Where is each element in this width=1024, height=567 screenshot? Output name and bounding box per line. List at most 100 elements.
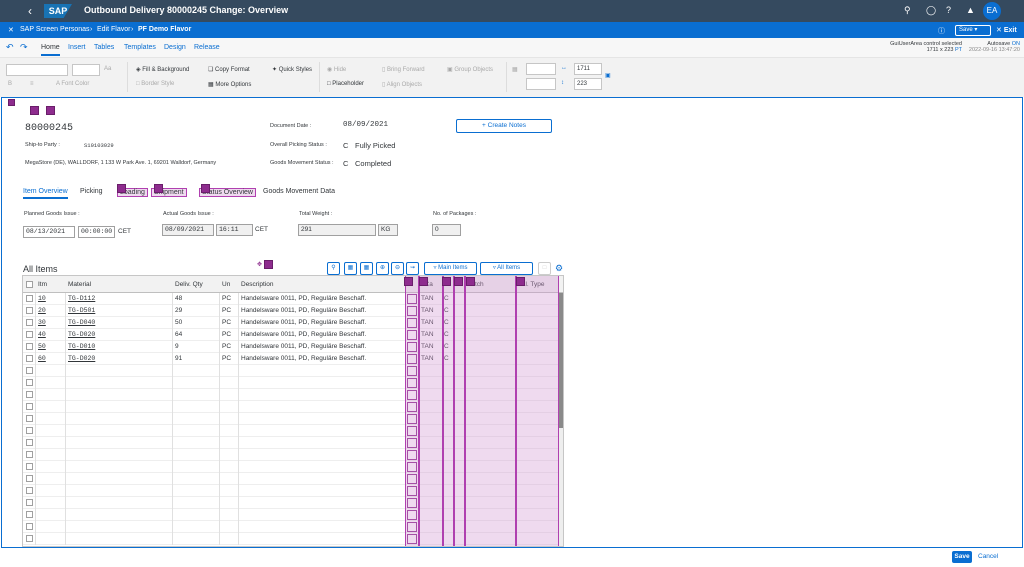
col-qty[interactable]: Deliv. Qty: [175, 281, 203, 288]
layout-icon[interactable]: ▦: [360, 262, 373, 275]
width-input[interactable]: 1711: [574, 63, 602, 75]
personas-marker[interactable]: [154, 184, 163, 193]
move-icon[interactable]: ✥: [257, 261, 262, 268]
more-options-button[interactable]: ▦ More Options: [208, 81, 251, 88]
row-checkbox[interactable]: [26, 463, 33, 470]
height-input[interactable]: 223: [574, 78, 602, 90]
font-family-select[interactable]: [6, 64, 68, 76]
select-all-checkbox[interactable]: [26, 281, 33, 288]
align-icon[interactable]: ≡: [30, 81, 34, 87]
footer-cancel-button[interactable]: Cancel: [978, 553, 998, 560]
personas-marker[interactable]: [264, 260, 273, 269]
selection-unit[interactable]: PT: [955, 47, 962, 53]
back-icon[interactable]: ‹: [28, 4, 32, 18]
item-number[interactable]: 30: [38, 319, 46, 326]
personas-marker[interactable]: [46, 106, 55, 115]
breadcrumb-personas[interactable]: SAP Screen Personas: [20, 26, 90, 33]
row-checkbox[interactable]: [26, 307, 33, 314]
font-color-button[interactable]: A Font Color: [56, 81, 89, 87]
personas-marker[interactable]: [442, 277, 451, 286]
tab-goods-movement[interactable]: Goods Movement Data: [263, 188, 335, 195]
row-checkbox[interactable]: [26, 511, 33, 518]
tab-tables[interactable]: Tables: [94, 44, 114, 51]
personas-marker[interactable]: [454, 277, 463, 286]
scrollbar[interactable]: [559, 293, 563, 546]
footer-save-button[interactable]: Save: [952, 551, 972, 563]
placeholder-button[interactable]: □ Placeholder: [327, 81, 364, 87]
notification-icon[interactable]: ▲: [966, 5, 975, 15]
help-icon[interactable]: ⓘ: [938, 26, 945, 36]
row-checkbox[interactable]: [26, 415, 33, 422]
gear-icon[interactable]: ⚙: [555, 263, 563, 274]
material-link[interactable]: TG-D020: [68, 331, 95, 338]
bold-icon[interactable]: B: [8, 81, 12, 87]
personas-marker[interactable]: [8, 99, 15, 106]
item-number[interactable]: 50: [38, 343, 46, 350]
row-checkbox[interactable]: [26, 343, 33, 350]
row-checkbox[interactable]: [26, 403, 33, 410]
row-checkbox[interactable]: [26, 319, 33, 326]
help-icon[interactable]: ?: [946, 5, 951, 15]
row-checkbox[interactable]: [26, 475, 33, 482]
redo-icon[interactable]: ↷: [20, 42, 28, 53]
zoom-icon[interactable]: ⚲: [327, 262, 340, 275]
all-items-button[interactable]: ▿ All Items: [480, 262, 533, 275]
pgi-date-field[interactable]: 08/13/2021: [23, 226, 75, 238]
filter-icon[interactable]: ⇝: [406, 262, 419, 275]
row-checkbox[interactable]: [26, 439, 33, 446]
row-checkbox[interactable]: [26, 379, 33, 386]
row-checkbox[interactable]: [26, 367, 33, 374]
undo-icon[interactable]: ↶: [6, 42, 14, 53]
hide-button[interactable]: ◉ Hide: [327, 66, 346, 73]
fill-background-button[interactable]: ◈ Fill & Background: [136, 66, 189, 73]
row-checkbox[interactable]: [26, 535, 33, 542]
row-checkbox[interactable]: [26, 427, 33, 434]
tab-picking[interactable]: Picking: [80, 188, 103, 195]
search-icon[interactable]: ⚲: [904, 5, 911, 16]
export-icon[interactable]: □: [538, 262, 551, 275]
material-link[interactable]: TG-D040: [68, 319, 95, 326]
font-size-select[interactable]: [72, 64, 100, 76]
pgi-time-field[interactable]: 00:00:00: [78, 226, 115, 238]
row-checkbox[interactable]: [26, 499, 33, 506]
personas-marker[interactable]: [117, 184, 126, 193]
material-link[interactable]: TG-D112: [68, 295, 95, 302]
tab-design[interactable]: Design: [164, 44, 186, 51]
bring-forward-button[interactable]: ▯ Bring Forward: [382, 66, 425, 73]
personas-marker[interactable]: [419, 277, 428, 286]
col-description[interactable]: Description: [241, 281, 274, 288]
close-icon[interactable]: ✕: [8, 26, 14, 34]
row-checkbox[interactable]: [26, 523, 33, 530]
item-number[interactable]: 10: [38, 295, 46, 302]
border-style-button[interactable]: □ Border Style: [136, 81, 174, 87]
item-number[interactable]: 20: [38, 307, 46, 314]
expand-icon[interactable]: ⊕: [376, 262, 389, 275]
main-items-button[interactable]: ▿ Main Items: [424, 262, 477, 275]
create-notes-button[interactable]: + Create Notes: [456, 119, 552, 133]
copy-format-button[interactable]: ❏ Copy Format: [208, 66, 250, 73]
exit-button[interactable]: ✕ Exit: [996, 26, 1017, 34]
avatar[interactable]: EA: [983, 2, 1001, 20]
item-number[interactable]: 40: [38, 331, 46, 338]
tab-release[interactable]: Release: [194, 44, 220, 51]
material-link[interactable]: TG-D501: [68, 307, 95, 314]
col-material[interactable]: Material: [68, 281, 91, 288]
row-checkbox[interactable]: [26, 331, 33, 338]
position-y-input[interactable]: [526, 78, 556, 90]
row-checkbox[interactable]: [26, 451, 33, 458]
tab-templates[interactable]: Templates: [124, 44, 156, 51]
row-checkbox[interactable]: [26, 487, 33, 494]
group-objects-button[interactable]: ▣ Group Objects: [447, 66, 493, 73]
row-checkbox[interactable]: [26, 295, 33, 302]
lock-ratio-icon[interactable]: ▣: [605, 72, 611, 79]
personas-marker[interactable]: [466, 277, 475, 286]
tab-item-overview[interactable]: Item Overview: [23, 188, 68, 199]
breadcrumb-edit-flavor[interactable]: Edit Flavor: [97, 26, 130, 33]
personas-marker[interactable]: [404, 277, 413, 286]
personas-marker[interactable]: [201, 184, 210, 193]
col-unit[interactable]: Un: [222, 281, 230, 288]
row-checkbox[interactable]: [26, 391, 33, 398]
personas-marker[interactable]: [30, 106, 39, 115]
position-x-input[interactable]: [526, 63, 556, 75]
save-dropdown-button[interactable]: Save ▾: [955, 25, 991, 36]
